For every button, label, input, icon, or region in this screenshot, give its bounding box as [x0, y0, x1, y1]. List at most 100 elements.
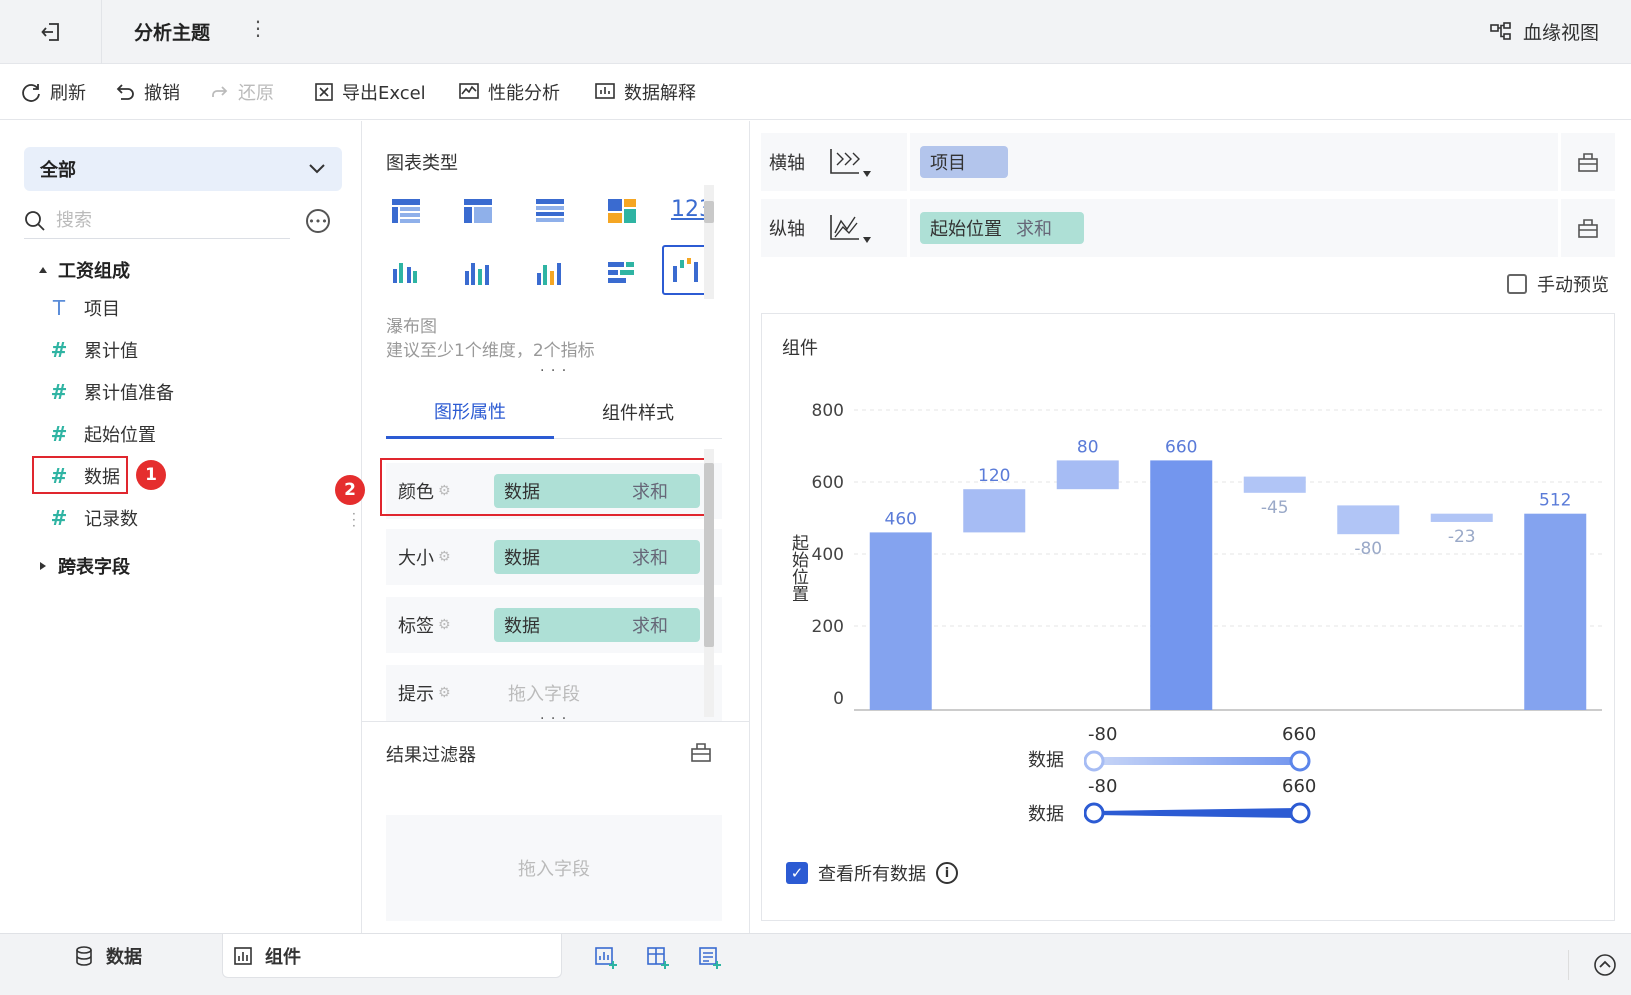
slider-handle-min[interactable] [1084, 802, 1105, 824]
tab-graphic-properties[interactable]: 图形属性 [386, 385, 554, 439]
chart-type-waterfall[interactable] [662, 245, 710, 295]
record-count-icon: # [50, 506, 68, 530]
legend-label-1: 数据 [1028, 750, 1064, 771]
waterfall-bar [1150, 460, 1213, 710]
manual-preview-checkbox[interactable] [1507, 274, 1527, 294]
data-label: -80 [1354, 539, 1382, 559]
size-legend-slider[interactable] [1084, 800, 1324, 826]
add-component-button[interactable] [594, 946, 618, 975]
table-icon [392, 199, 420, 223]
chart-type-grouped-bar[interactable] [384, 251, 428, 295]
settings-box-icon [1578, 219, 1598, 238]
panel-resize-handle[interactable]: · · · [352, 508, 360, 532]
undo-button[interactable]: 撤销 [116, 79, 180, 105]
y-axis-drop-zone[interactable]: 起始位置 求和 [907, 199, 1561, 257]
filter-drop-zone[interactable]: 拖入字段 [386, 815, 722, 921]
field-label: 累计值准备 [84, 383, 174, 404]
more-vertical-icon[interactable]: ⋮ [248, 16, 268, 40]
more-options-icon[interactable]: ••• [306, 209, 330, 233]
prop-row-label[interactable]: 标签 ⚙ 数据 求和 [386, 597, 722, 653]
field-scope-dropdown[interactable]: 全部 [24, 147, 342, 191]
field-item-data[interactable]: # 数据 [48, 463, 120, 489]
y-axis-field-pill[interactable]: 起始位置 求和 [920, 212, 1084, 244]
resize-handle-dots[interactable]: · · · [540, 363, 567, 379]
lineage-view-button[interactable]: 血缘视图 [1489, 18, 1599, 45]
back-button[interactable] [0, 0, 102, 64]
gear-icon[interactable]: ⚙ [438, 685, 451, 701]
bottom-tab-component[interactable]: 组件 [222, 934, 562, 978]
info-icon[interactable]: i [936, 862, 958, 884]
data-label: -45 [1261, 498, 1289, 518]
performance-analysis-button[interactable]: 性能分析 [458, 79, 560, 105]
bottom-tab-data[interactable]: 数据 [74, 934, 204, 978]
field-item-cumulative[interactable]: # 累计值 [48, 337, 138, 363]
gear-icon[interactable]: ⚙ [438, 549, 451, 565]
add-table-button[interactable] [646, 946, 670, 975]
chart-type-multi-column[interactable] [528, 251, 572, 295]
field-pill-data[interactable]: 数据 求和 [494, 540, 700, 574]
drop-field-hint[interactable]: 拖入字段 [494, 680, 580, 706]
y-axis-type-selector[interactable] [827, 213, 907, 243]
tab-component-style[interactable]: 组件样式 [554, 385, 722, 439]
refresh-icon [22, 84, 40, 102]
label-label: 标签 [398, 616, 434, 637]
properties-scrollbar[interactable] [704, 449, 714, 717]
chart-type-dashboard[interactable] [600, 189, 644, 233]
slider-handle-max[interactable] [1289, 802, 1311, 824]
multi-column-icon [537, 263, 561, 285]
collapse-panel-button[interactable] [1568, 950, 1617, 980]
redo-button[interactable]: 还原 [210, 79, 274, 105]
refresh-button[interactable]: 刷新 [20, 79, 86, 105]
prop-row-size[interactable]: 大小 ⚙ 数据 求和 [386, 529, 722, 585]
chart-type-name: 瀑布图 [386, 317, 437, 337]
grouped-bar-icon [393, 263, 417, 283]
scrollbar-thumb[interactable] [704, 463, 714, 647]
chart-type-column[interactable] [456, 251, 500, 295]
chart-type-detail-table[interactable] [528, 189, 572, 233]
y-axis-title: 起始位置 [788, 534, 809, 602]
chart-type-scrollbar[interactable] [704, 185, 714, 299]
highlight-box-2 [380, 458, 712, 516]
scrollbar-thumb[interactable] [704, 201, 714, 223]
settings-box-icon [1578, 153, 1598, 172]
tree-group-salary[interactable]: 工资组成 [38, 257, 130, 283]
chart-type-table[interactable] [384, 189, 428, 233]
bar-chart-icon [608, 262, 634, 283]
chart-type-hint: 建议至少1个维度，2个指标 [386, 341, 595, 361]
color-legend-slider[interactable] [1084, 748, 1324, 774]
data-explain-label: 数据解释 [624, 83, 696, 104]
slider-handle-max[interactable] [1289, 750, 1311, 772]
x-axis-settings[interactable] [1561, 151, 1615, 173]
number-type-icon: # [50, 338, 68, 362]
x-axis-type-selector[interactable] [827, 147, 907, 177]
view-all-data-toggle[interactable]: ✓ 查看所有数据 i [786, 860, 958, 886]
field-pill-data[interactable]: 数据 求和 [494, 608, 700, 642]
x-axis-row: 横轴 项目 [761, 133, 1615, 191]
group-label: 跨表字段 [58, 557, 130, 578]
filter-settings-icon[interactable] [690, 741, 712, 768]
y-axis-icon [830, 215, 859, 240]
field-item-start-position[interactable]: # 起始位置 [48, 421, 156, 447]
slider-handle-min[interactable] [1084, 750, 1105, 772]
data-explain-button[interactable]: 数据解释 [594, 79, 696, 105]
field-item-project[interactable]: T 项目 [48, 295, 120, 321]
view-all-checkbox[interactable]: ✓ [786, 862, 808, 884]
tree-group-cross-table[interactable]: 跨表字段 [38, 553, 130, 579]
manual-preview-toggle[interactable]: 手动预览 [1507, 271, 1609, 297]
y-tick-label: 600 [812, 473, 844, 493]
add-report-button[interactable] [698, 946, 722, 975]
export-excel-button[interactable]: 导出Excel [314, 79, 426, 105]
legend-max-2: 660 [1282, 776, 1317, 797]
y-axis-settings[interactable] [1561, 217, 1615, 239]
x-axis-drop-zone[interactable]: 项目 [907, 133, 1561, 191]
chart-type-cross-table[interactable] [456, 189, 500, 233]
chart-type-bar[interactable] [600, 251, 644, 295]
resize-handle-dots[interactable]: · · · [540, 711, 567, 727]
text-type-icon: T [52, 296, 66, 320]
field-item-record-count[interactable]: # 记录数 [48, 505, 138, 531]
refresh-label: 刷新 [50, 83, 86, 104]
gear-icon[interactable]: ⚙ [438, 617, 451, 633]
x-axis-field-pill[interactable]: 项目 [920, 146, 1008, 178]
field-item-cumulative-prep[interactable]: # 累计值准备 [48, 379, 174, 405]
search-input[interactable] [56, 210, 256, 231]
